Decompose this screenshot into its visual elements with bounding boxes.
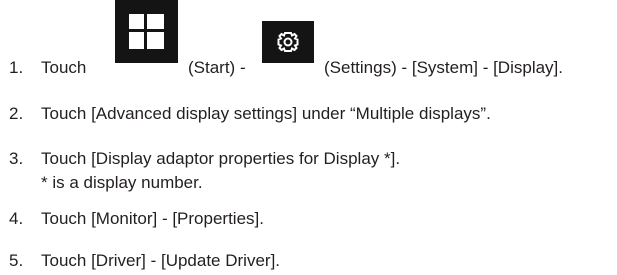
step-text: Touch [Monitor] - [Properties]. [41, 209, 264, 228]
step-3-note: * is a display number. [41, 173, 203, 192]
windows-logo-graphic [115, 0, 178, 63]
step-number: 5. [9, 251, 24, 270]
windows-start-icon [115, 0, 178, 63]
step-text: Touch [Display adaptor properties for Di… [41, 149, 401, 168]
step-text: Touch [41, 58, 87, 77]
settings-gear-icon [262, 21, 314, 63]
step-number: 4. [9, 209, 24, 228]
step-number: 2. [9, 104, 24, 123]
instruction-steps: 1. Touch (Start) - (Settings) - [System]… [0, 0, 617, 275]
step-text: Touch [Driver] - [Update Driver]. [41, 251, 281, 270]
step-number: 1. [9, 58, 24, 77]
step-text: Touch [Advanced display settings] under … [41, 104, 491, 123]
gear-graphic [262, 21, 314, 63]
step-1-rest: (Settings) - [System] - [Display]. [324, 58, 563, 77]
start-label: (Start) - [188, 58, 246, 77]
step-number: 3. [9, 149, 24, 168]
